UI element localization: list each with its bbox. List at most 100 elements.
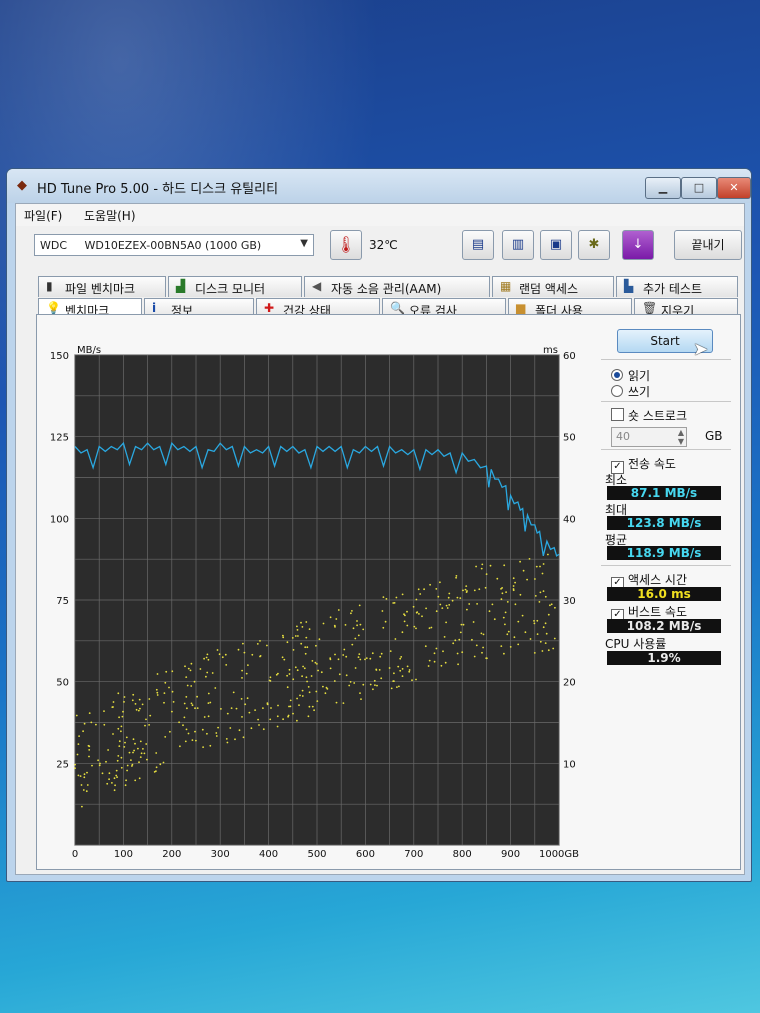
write-radio[interactable]: 쓰기 [611, 383, 650, 400]
access-time-point [226, 712, 229, 715]
access-time-point [81, 805, 83, 808]
drive-select[interactable]: WDC WD10EZEX-00BN5A0 (1000 GB) ▼ [34, 234, 314, 256]
access-time-point [539, 565, 541, 568]
options-icon[interactable]: ✱ [578, 230, 610, 260]
random-access-icon: ▦ [500, 279, 512, 293]
access-time-point [342, 702, 345, 704]
access-time-point [482, 633, 485, 636]
access-time-point [162, 761, 165, 764]
menu-file[interactable]: 파일(F) [24, 207, 62, 224]
save-icon[interactable]: ▣ [540, 230, 572, 260]
access-time-point [423, 588, 425, 591]
minimize-button[interactable]: ▁ [645, 177, 681, 199]
access-time-point [296, 625, 298, 628]
access-time-point [134, 742, 136, 745]
thermometer-icon[interactable]: 🌡 [330, 230, 362, 260]
hdtune-window: ◆ HD Tune Pro 5.00 - 하드 디스크 유틸리티 ▁ □ ✕ 파… [6, 168, 752, 882]
access-time-point [472, 621, 475, 623]
access-time-point [471, 638, 473, 641]
access-time-point [123, 701, 125, 703]
access-time-point [314, 661, 317, 664]
access-time-point [294, 635, 297, 637]
access-time-point [130, 759, 132, 761]
short-stroke-size-input[interactable]: 40 ▲ ▼ [611, 427, 687, 447]
title-bar[interactable]: ◆ HD Tune Pro 5.00 - 하드 디스크 유틸리티 ▁ □ ✕ [7, 169, 751, 203]
access-time-point [117, 692, 120, 695]
access-time-point [465, 591, 468, 593]
access-time-point [185, 696, 188, 698]
access-time-point [155, 770, 157, 772]
access-time-point [282, 636, 285, 639]
extra-tests-icon: ▙ [624, 279, 634, 293]
close-button[interactable]: ✕ [717, 177, 751, 199]
access-time-point [462, 623, 465, 626]
access-time-point [476, 603, 478, 605]
tab-aam[interactable]: ◀ 자동 소음 관리(AAM) [304, 276, 490, 297]
access-time-point [445, 621, 447, 624]
access-time-point [484, 586, 487, 589]
access-time-point [76, 753, 79, 756]
access-time-point [475, 644, 478, 647]
max-value: 123.8 MB/s [607, 516, 721, 530]
access-time-point [237, 648, 240, 651]
short-stroke-checkbox[interactable]: 숏 스트로크 [611, 407, 687, 424]
access-time-point [90, 721, 93, 724]
copy-screen-icon[interactable]: ▥ [502, 230, 534, 260]
y-right-tick-label: 20 [563, 678, 576, 689]
access-time-point [77, 774, 80, 777]
access-time-point [191, 739, 194, 741]
access-time-point [460, 623, 463, 626]
access-time-point [485, 657, 488, 660]
exit-button[interactable]: 끝내기 [674, 230, 742, 260]
tab-random-access[interactable]: ▦ 랜덤 액세스 [492, 276, 614, 297]
copy-info-icon[interactable]: ▤ [462, 230, 494, 260]
download-arrow-icon[interactable]: ↓ [622, 230, 654, 260]
access-time-point [315, 644, 317, 647]
access-time-point [195, 739, 197, 742]
access-time-point [389, 650, 392, 652]
access-time-point [329, 667, 332, 670]
access-time-point [143, 752, 146, 755]
access-time-point [124, 741, 126, 744]
access-time-point [256, 643, 259, 645]
access-time-point [114, 784, 116, 787]
access-time-point [362, 628, 365, 631]
access-time-point [324, 692, 327, 695]
access-time-point [478, 588, 481, 591]
read-radio[interactable]: 읽기 [611, 367, 650, 384]
maximize-button[interactable]: □ [681, 177, 717, 199]
access-time-point [466, 608, 468, 611]
access-time-point [275, 673, 278, 676]
tab-disk-monitor[interactable]: ▟ 디스크 모니터 [168, 276, 302, 297]
access-time-point [358, 653, 361, 655]
access-time-point [406, 610, 408, 613]
access-time-point [149, 714, 152, 717]
access-time-point [408, 669, 411, 671]
access-time-point [103, 723, 106, 726]
access-time-point [439, 581, 441, 584]
speaker-icon: ◀ [312, 279, 322, 293]
access-time-point [356, 620, 358, 622]
access-time-point [164, 736, 167, 738]
access-time-point [225, 664, 228, 666]
tab-file-benchmark[interactable]: ▮ 파일 벤치마크 [38, 276, 166, 297]
access-time-point [115, 769, 118, 772]
access-time-point [185, 676, 188, 678]
toolbar: WDC WD10EZEX-00BN5A0 (1000 GB) ▼ 🌡 32℃ ▤… [16, 226, 744, 264]
access-time-point [352, 627, 355, 630]
access-time-point [202, 746, 205, 748]
access-time-point [353, 682, 356, 684]
access-time-point [132, 751, 134, 754]
access-time-point [118, 745, 121, 747]
tab-extra-tests[interactable]: ▙ 추가 테스트 [616, 276, 738, 297]
access-time-point [118, 740, 121, 743]
access-time-point [304, 652, 307, 655]
access-time-point [435, 588, 438, 590]
info-icon: i [152, 301, 157, 315]
menu-help[interactable]: 도움말(H) [84, 207, 136, 224]
menu-bar: 파일(F) 도움말(H) [16, 204, 744, 226]
access-time-point [468, 603, 471, 605]
access-time-point [329, 658, 332, 661]
access-time-point [388, 667, 391, 669]
magnifier-icon: 🔍 [390, 301, 405, 315]
